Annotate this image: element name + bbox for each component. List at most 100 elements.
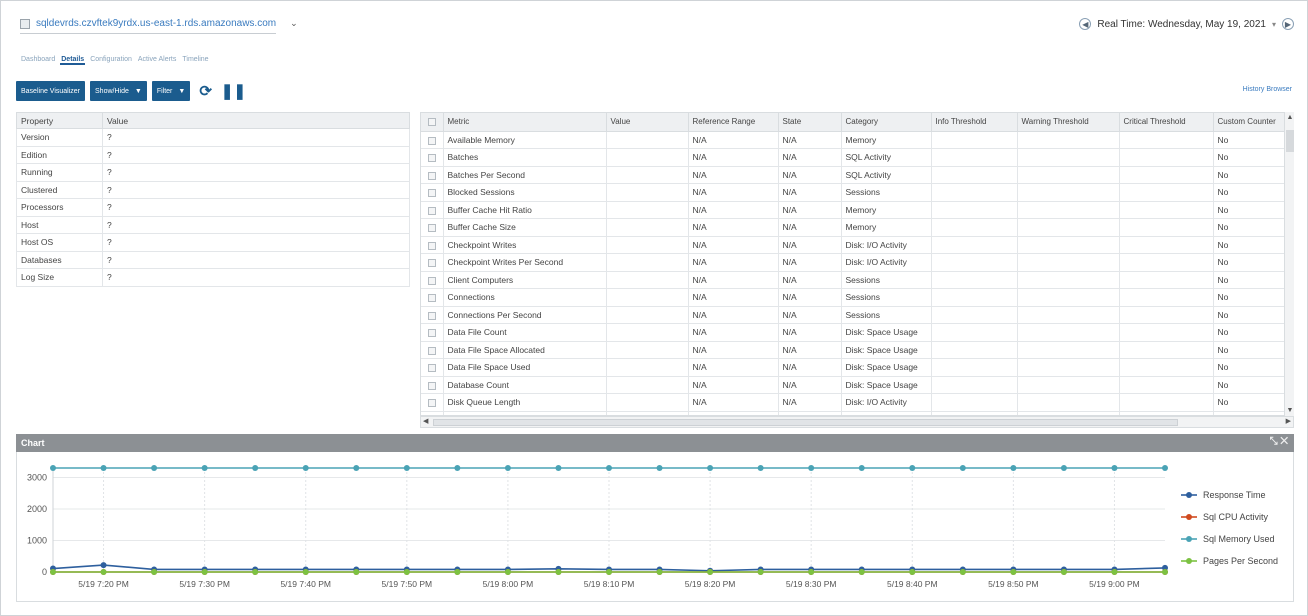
property-value: ? bbox=[102, 233, 410, 252]
column-header-metric[interactable]: Metric bbox=[443, 113, 607, 132]
table-row[interactable]: Data File Space Used N/A N/A Disk: Space Us… bbox=[421, 358, 1293, 377]
scroll-down-icon[interactable]: ▼ bbox=[1285, 407, 1295, 414]
cell-warning-threshold bbox=[1017, 201, 1120, 219]
row-checkbox[interactable] bbox=[421, 218, 444, 237]
row-checkbox[interactable] bbox=[421, 166, 444, 184]
row-checkbox[interactable] bbox=[421, 376, 444, 394]
data-point-pages-per-second bbox=[50, 569, 56, 575]
row-checkbox[interactable] bbox=[421, 341, 444, 359]
data-point-sql-memory-used bbox=[1010, 465, 1017, 471]
table-row[interactable]: Disk Queue Length N/A N/A Disk: I/O Activit… bbox=[421, 393, 1293, 412]
table-row[interactable]: Connections N/A N/A Sessions No bbox=[421, 288, 1293, 307]
column-header-state[interactable]: State bbox=[778, 113, 842, 132]
select-all-checkbox[interactable] bbox=[421, 113, 444, 132]
chevron-down-icon[interactable]: ▾ bbox=[1272, 20, 1276, 29]
chevron-down-icon[interactable]: ⌄ bbox=[290, 18, 298, 29]
column-header[interactable]: Property bbox=[16, 112, 103, 129]
history-browser-link[interactable]: History Browser bbox=[1243, 86, 1292, 93]
table-row[interactable]: Processors? bbox=[16, 198, 410, 217]
row-checkbox[interactable] bbox=[421, 288, 444, 307]
table-row[interactable]: Host OS? bbox=[16, 233, 410, 252]
show-hide-label: Show/Hide bbox=[95, 87, 129, 95]
vertical-scrollbar[interactable]: ▲ ▼ bbox=[1284, 112, 1294, 416]
scroll-right-icon[interactable]: ▶ bbox=[1286, 417, 1291, 425]
table-row[interactable]: Data File Count N/A N/A Disk: Space Usage No bbox=[421, 323, 1293, 342]
tab-active-alerts[interactable]: Active Alerts bbox=[137, 56, 178, 65]
table-row[interactable]: Data File Space Allocated N/A N/A Disk: Spa… bbox=[421, 341, 1293, 359]
cell-warning-threshold bbox=[1017, 306, 1120, 324]
x-tick-label: 5/19 7:20 PM bbox=[78, 579, 129, 589]
server-selector[interactable]: sqldevrds.czvftek9yrdx.us-east-1.rds.ama… bbox=[20, 18, 298, 29]
cell-reference-range: N/A bbox=[688, 183, 779, 202]
cell-state: N/A bbox=[778, 236, 842, 254]
table-row[interactable]: Buffer Cache Hit Ratio N/A N/A Memory No bbox=[421, 201, 1293, 219]
table-row[interactable]: Batches N/A N/A SQL Activity No bbox=[421, 148, 1293, 167]
close-icon[interactable]: ⤡ ✕ bbox=[1270, 436, 1288, 447]
property-name: Processors bbox=[16, 198, 103, 217]
table-row[interactable]: Clustered? bbox=[16, 181, 410, 199]
chart-header: Chart ⤡ ✕ bbox=[16, 434, 1294, 452]
realtime-selector[interactable]: ◀ Real Time: Wednesday, May 19, 2021 ▾ ▶ bbox=[1079, 18, 1294, 30]
table-row[interactable]: Batches Per Second N/A N/A SQL Activity No bbox=[421, 166, 1293, 184]
pause-icon[interactable]: ❚❚ bbox=[221, 82, 246, 100]
column-header-critical-threshold[interactable]: Critical Threshold bbox=[1119, 113, 1214, 132]
cell-metric: Blocked Sessions bbox=[443, 183, 607, 202]
column-header-reference-range[interactable]: Reference Range bbox=[688, 113, 779, 132]
back-arrow-icon[interactable]: ◀ bbox=[1079, 18, 1092, 30]
table-row[interactable]: Available Memory N/A N/A Memory No bbox=[421, 131, 1293, 149]
cell-value bbox=[606, 376, 689, 394]
realtime-label[interactable]: Real Time: Wednesday, May 19, 2021 bbox=[1097, 19, 1266, 30]
row-checkbox[interactable] bbox=[421, 148, 444, 167]
row-checkbox[interactable] bbox=[421, 131, 444, 149]
row-checkbox[interactable] bbox=[421, 323, 444, 342]
tab-details[interactable]: Details bbox=[60, 56, 86, 65]
cell-category: Sessions bbox=[841, 271, 932, 289]
column-header-category[interactable]: Category bbox=[841, 113, 932, 132]
table-row[interactable]: Edition? bbox=[16, 146, 410, 164]
cell-critical-threshold bbox=[1119, 376, 1214, 394]
tab-timeline[interactable]: Timeline bbox=[181, 56, 209, 65]
table-row[interactable]: Checkpoint Writes Per Second N/A N/A Disk: … bbox=[421, 253, 1293, 272]
scroll-left-icon[interactable]: ◀ bbox=[423, 417, 428, 425]
table-row[interactable]: Checkpoint Writes N/A N/A Disk: I/O Activit… bbox=[421, 236, 1293, 254]
row-checkbox[interactable] bbox=[421, 183, 444, 202]
row-checkbox[interactable] bbox=[421, 201, 444, 219]
table-row[interactable]: Buffer Cache Size N/A N/A Memory No bbox=[421, 218, 1293, 237]
refresh-icon[interactable]: ⟳ bbox=[199, 82, 212, 100]
property-value: ? bbox=[102, 251, 410, 269]
baseline-visualizer-button[interactable]: Baseline Visualizer bbox=[16, 81, 86, 101]
cell-warning-threshold bbox=[1017, 376, 1120, 394]
filter-button[interactable]: Filter ▼ bbox=[151, 81, 191, 101]
table-row[interactable]: Running? bbox=[16, 163, 410, 182]
table-row[interactable]: Version? bbox=[16, 128, 410, 147]
row-checkbox[interactable] bbox=[421, 358, 444, 377]
column-header-custom-counter[interactable]: Custom Counter bbox=[1213, 113, 1293, 132]
horizontal-scrollbar[interactable]: ◀ ▶ bbox=[420, 416, 1294, 428]
forward-arrow-icon[interactable]: ▶ bbox=[1282, 18, 1294, 30]
row-checkbox[interactable] bbox=[421, 306, 444, 324]
server-name[interactable]: sqldevrds.czvftek9yrdx.us-east-1.rds.ama… bbox=[36, 18, 276, 29]
table-row[interactable]: Blocked Sessions N/A N/A Sessions No bbox=[421, 183, 1293, 202]
column-header[interactable]: Value bbox=[102, 112, 410, 129]
tab-configuration[interactable]: Configuration bbox=[89, 56, 133, 65]
column-header-info-threshold[interactable]: Info Threshold bbox=[931, 113, 1018, 132]
data-point-sql-memory-used bbox=[656, 465, 663, 471]
table-row[interactable]: Database Count N/A N/A Disk: Space Usage No bbox=[421, 376, 1293, 394]
row-checkbox[interactable] bbox=[421, 236, 444, 254]
scroll-up-icon[interactable]: ▲ bbox=[1285, 114, 1295, 121]
row-checkbox[interactable] bbox=[421, 253, 444, 272]
tab-dashboard[interactable]: Dashboard bbox=[20, 56, 56, 65]
row-checkbox[interactable] bbox=[421, 271, 444, 289]
table-row[interactable]: Host? bbox=[16, 216, 410, 234]
cell-category: SQL Activity bbox=[841, 166, 932, 184]
scroll-thumb[interactable] bbox=[1286, 130, 1294, 152]
table-row[interactable]: Log Size? bbox=[16, 268, 410, 287]
table-row[interactable]: Databases? bbox=[16, 251, 410, 269]
scroll-thumb[interactable] bbox=[433, 419, 1178, 426]
row-checkbox[interactable] bbox=[421, 393, 444, 412]
show-hide-button[interactable]: Show/Hide ▼ bbox=[90, 81, 147, 101]
table-row[interactable]: Connections Per Second N/A N/A Sessions No bbox=[421, 306, 1293, 324]
table-row[interactable]: Client Computers N/A N/A Sessions No bbox=[421, 271, 1293, 289]
column-header-warning-threshold[interactable]: Warning Threshold bbox=[1017, 113, 1120, 132]
column-header-value[interactable]: Value bbox=[606, 113, 689, 132]
